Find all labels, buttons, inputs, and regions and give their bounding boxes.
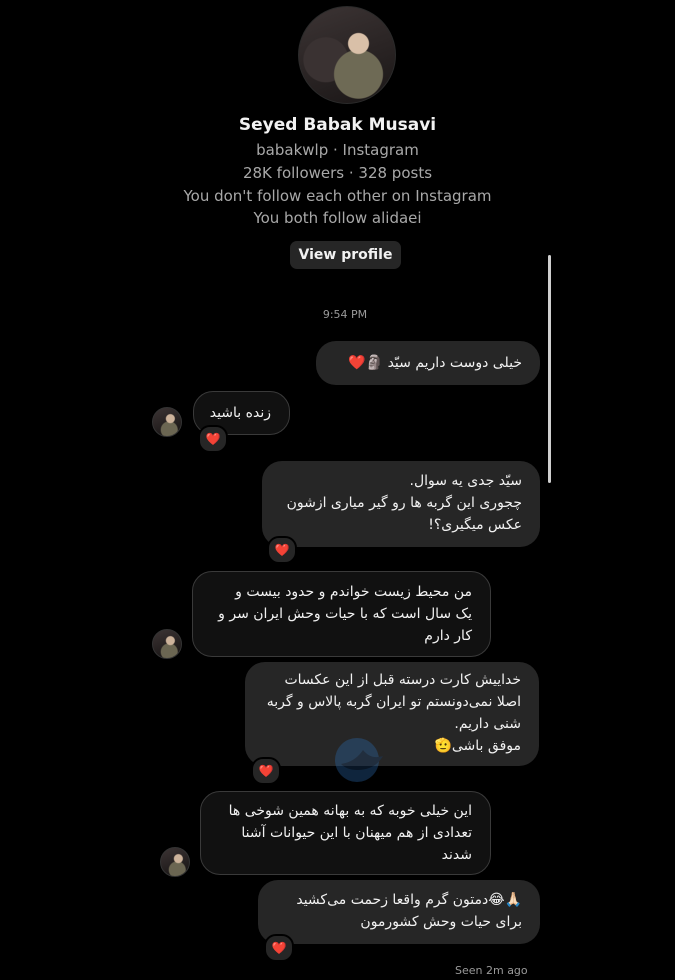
- message-text: سیّد جدی یه سوال.: [409, 473, 523, 489]
- sender-avatar[interactable]: [152, 629, 182, 659]
- heart-icon: ❤️: [274, 543, 290, 557]
- profile-handle: babakwlp · Instagram: [256, 141, 419, 159]
- heart-reaction[interactable]: ❤️: [267, 536, 297, 564]
- profile-stats: 28K followers · 328 posts: [242, 164, 433, 182]
- message-bubble-incoming[interactable]: این خیلی خوبه که به بهانه همین شوخی ها ت…: [200, 791, 491, 875]
- heart-icon: ❤️: [271, 941, 287, 955]
- sender-avatar[interactable]: [160, 847, 190, 877]
- message-text: شدند: [441, 847, 472, 863]
- message-bubble-incoming[interactable]: من محیط زیست خواندم و حدود بیست و یک سال…: [192, 571, 491, 657]
- message-bubble-outgoing[interactable]: 🙏🏻😂دمتون گرم واقعا زحمت می‌کشید برای حیا…: [258, 880, 540, 944]
- message-text: این خیلی خوبه که به بهانه همین شوخی ها: [228, 803, 472, 819]
- heart-reaction[interactable]: ❤️: [264, 934, 294, 962]
- message-text: کار دارم: [424, 628, 472, 644]
- message-text: چجوری این گربه ها رو گیر میاری ازشون: [286, 495, 522, 511]
- view-profile-button[interactable]: View profile: [290, 241, 401, 269]
- message-text: عکس میگیری؟!: [428, 517, 522, 533]
- message-text: اصلا نمی‌دونستم تو ایران گربه پالاس و گر…: [266, 694, 521, 710]
- message-text: یک سال است که با حیات وحش ایران سر و: [218, 606, 472, 622]
- heart-reaction[interactable]: ❤️: [251, 757, 281, 785]
- seen-status: Seen 2m ago: [455, 964, 528, 977]
- message-timestamp: 9:54 PM: [322, 308, 368, 321]
- message-text: تعدادی از هم میهنان با این حیوانات آشنا: [241, 825, 472, 841]
- sender-avatar[interactable]: [152, 407, 182, 437]
- heart-icon: ❤️: [205, 432, 221, 446]
- message-text: 🙏🏻😂دمتون گرم واقعا زحمت می‌کشید: [296, 892, 522, 908]
- scrollbar[interactable]: [548, 255, 551, 483]
- profile-name: Seyed Babak Musavi: [238, 115, 437, 135]
- message-bubble-outgoing[interactable]: خیلی دوست داریم سیّد 🗿❤️: [316, 341, 540, 385]
- message-text: خیلی دوست داریم سیّد 🗿❤️: [348, 355, 522, 371]
- heart-reaction[interactable]: ❤️: [198, 425, 228, 453]
- watermark-logo: [335, 738, 383, 782]
- profile-avatar[interactable]: [298, 6, 396, 104]
- heart-icon: ❤️: [258, 764, 274, 778]
- message-bubble-outgoing[interactable]: سیّد جدی یه سوال. چجوری این گربه ها رو گ…: [262, 461, 540, 547]
- message-text: زنده باشید: [209, 405, 271, 421]
- follow-status: You don't follow each other on Instagram: [183, 187, 492, 205]
- message-text: من محیط زیست خواندم و حدود بیست و: [235, 584, 472, 600]
- message-text: برای حیات وحش کشورمون: [360, 914, 522, 930]
- message-text: خداییش کارت درسته قبل از این عکسات: [284, 672, 521, 688]
- mutual-follow: You both follow alidaei: [253, 209, 422, 227]
